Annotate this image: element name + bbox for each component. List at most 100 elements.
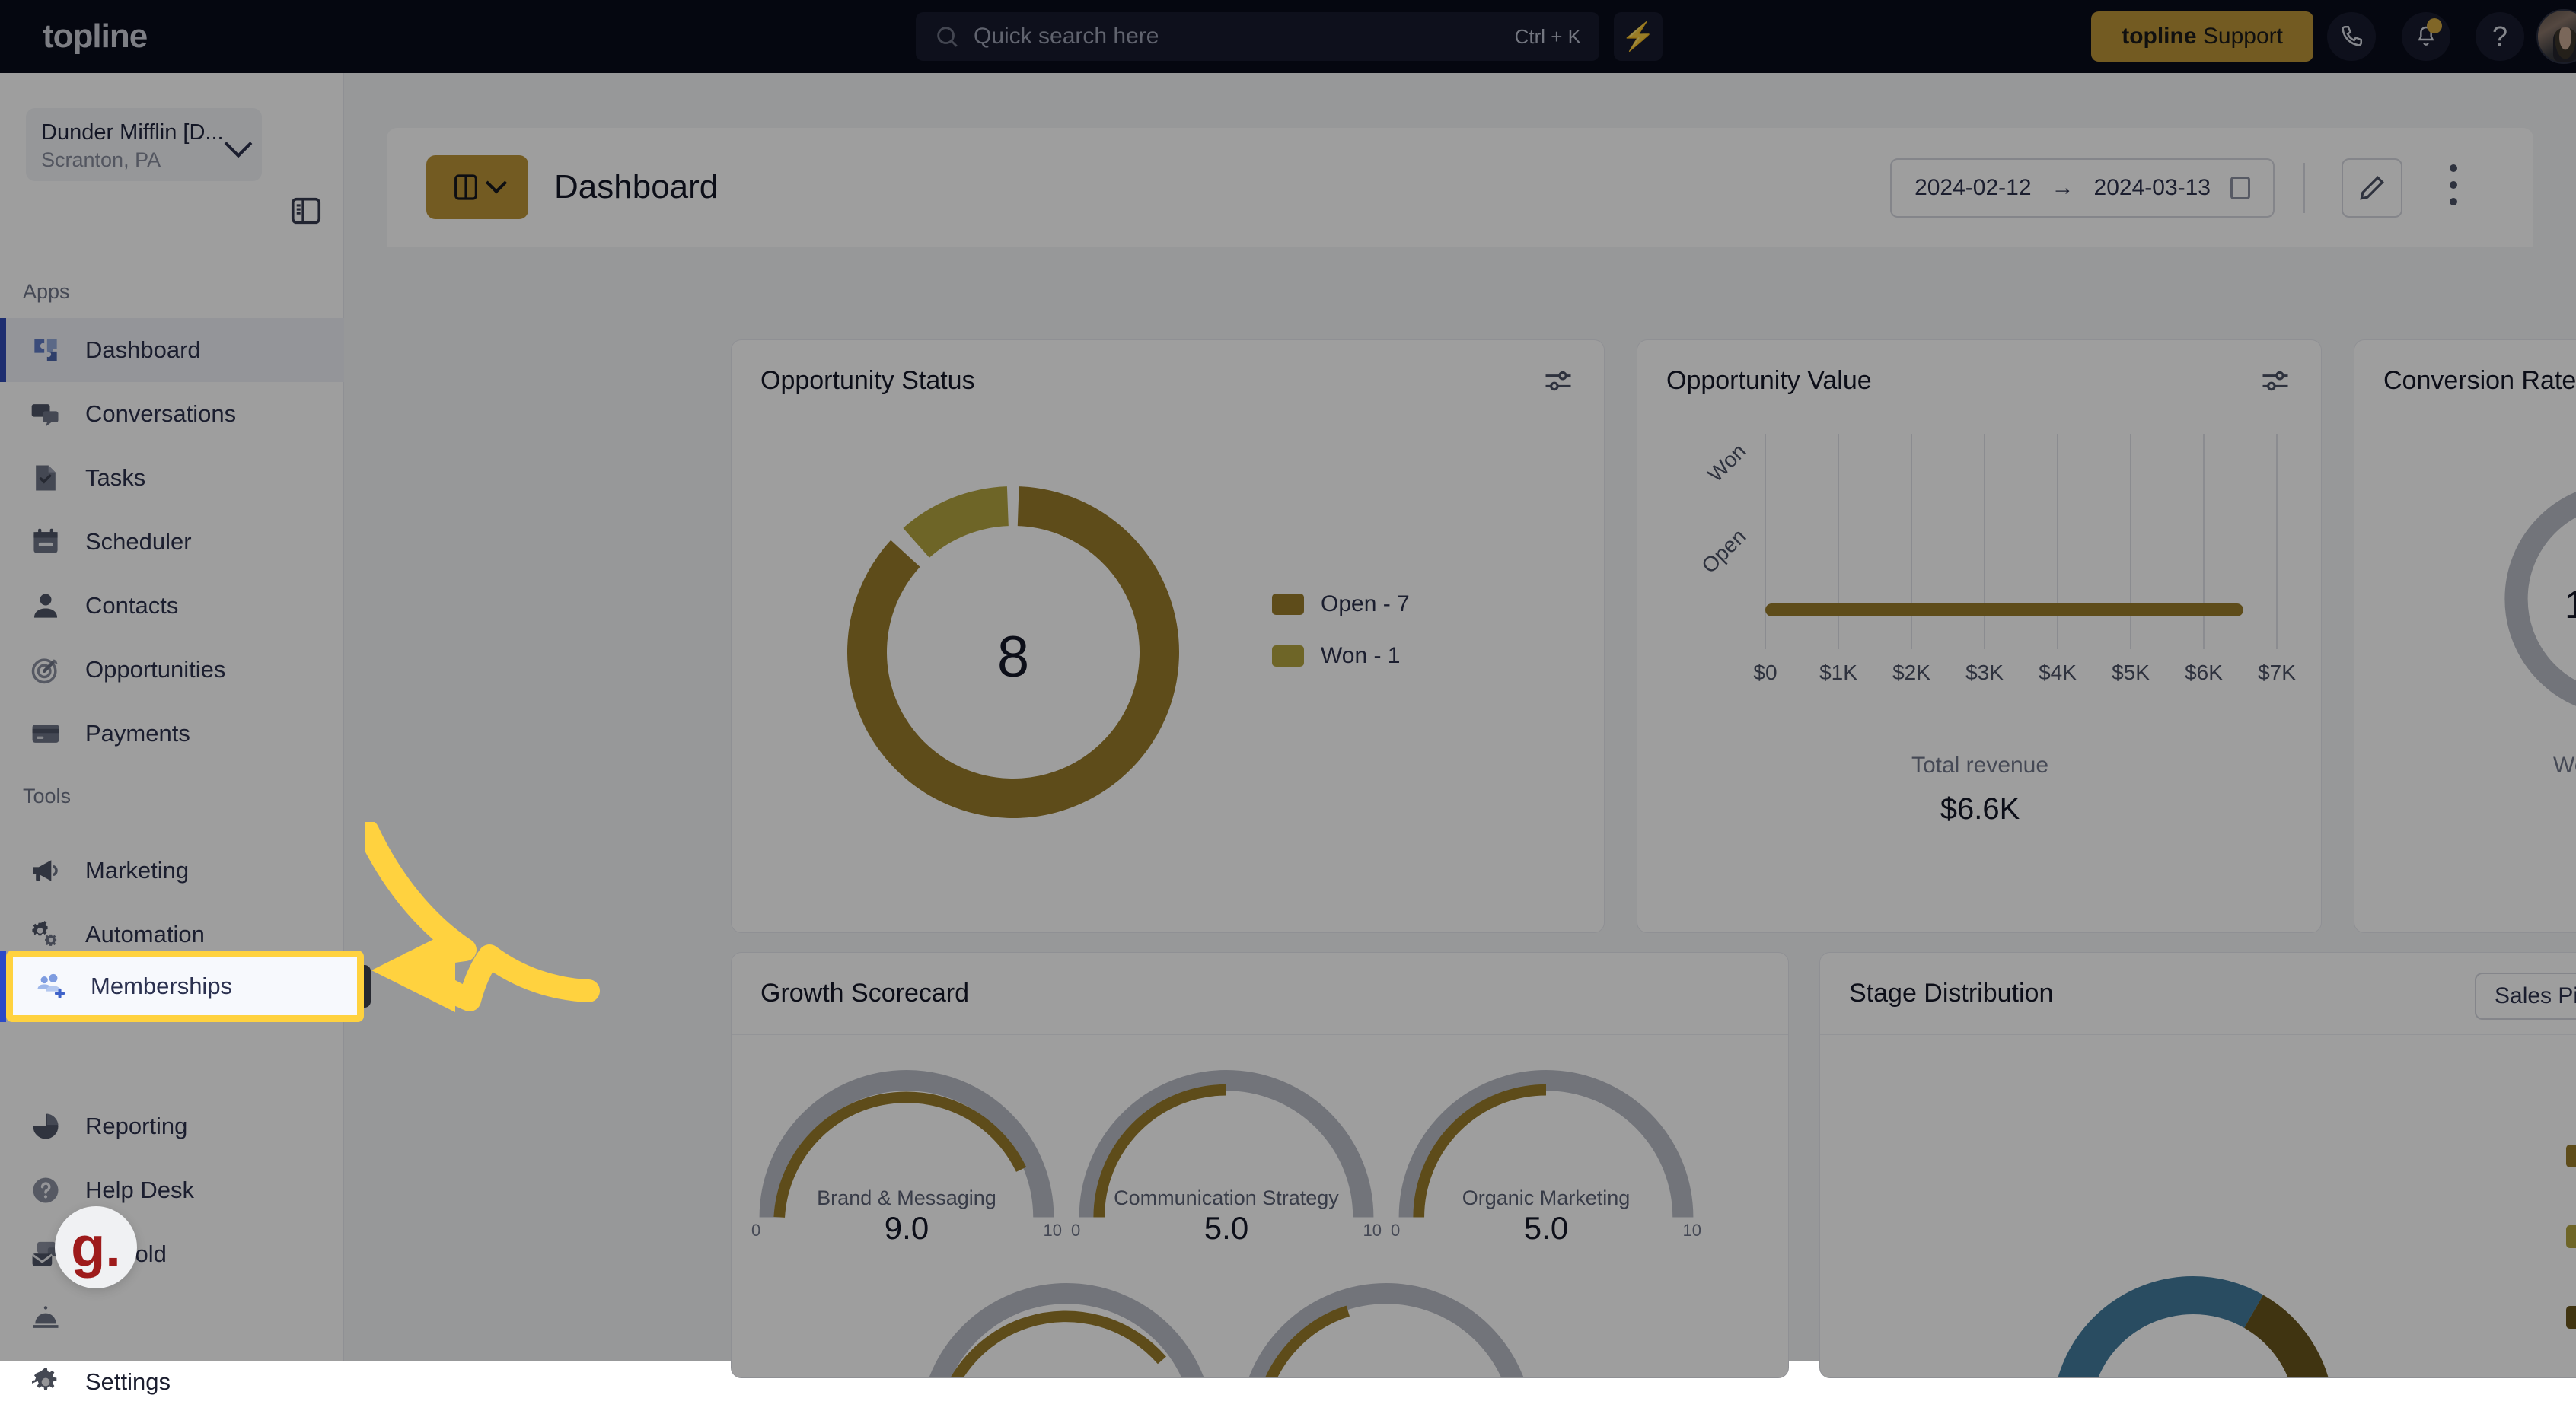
account-switcher[interactable]: Dunder Mifflin [D... Scranton, PA (26, 108, 262, 181)
opportunity-value-bar-chart: Won Open $0 $1K $2K $3K $4K $5K $6K $7K (1637, 422, 2323, 757)
sidebar-item-tasks[interactable]: Tasks (0, 446, 344, 510)
notifications-button[interactable] (2402, 12, 2450, 61)
calendar-icon (2230, 177, 2250, 199)
search-icon (934, 24, 960, 49)
gauge-label: Communication Strategy (1066, 1186, 1386, 1210)
sidebar-item-scheduler[interactable]: Scheduler (0, 510, 344, 574)
x-tick: $7K (2258, 661, 2296, 684)
card-title: Opportunity Value (1666, 366, 1872, 396)
sidebar-item-payments[interactable]: Payments (0, 702, 344, 766)
page-title: Dashboard (554, 168, 718, 206)
app-logo: topline (43, 18, 147, 56)
help-button[interactable]: ? (2476, 12, 2524, 61)
legend-swatch (2566, 1306, 2576, 1329)
y-tick-won: Won (1703, 439, 1750, 486)
card-header: Stage Distribution (1820, 953, 2576, 1035)
annotation-arrow-icon (365, 822, 685, 1065)
legend-label: Won - 1 (1321, 643, 1401, 669)
avatar[interactable] (2536, 9, 2576, 64)
sidebar-item-opportunities[interactable]: Opportunities (0, 638, 344, 702)
sidebar-item-help-desk[interactable]: Help Desk (0, 1158, 344, 1222)
sidebar-item-conversations[interactable]: Conversations (0, 382, 344, 446)
gauge-brand-messaging: Brand & Messaging 9.0 0 10 (747, 1052, 1066, 1247)
sidebar-item-label: Memberships (91, 973, 232, 1000)
dashboard-selector-button[interactable] (426, 155, 528, 219)
sidebar-item-label: Tasks (85, 464, 145, 492)
legend-item: Qualified t... $0 (0.00%) - 0 (2566, 1201, 2576, 1256)
sliders-icon[interactable] (2259, 365, 2292, 398)
legend-item: Inbound Lea... $0 (0.00%) - 0 (2566, 1120, 2576, 1175)
sidebar-item-marketing[interactable]: Marketing (0, 839, 344, 903)
legend-item: Demo Schedu... $5.4K (66.67%) - 2 (2566, 1282, 2576, 1336)
sidebar-item-label: Reporting (85, 1113, 187, 1140)
sidebar-item-label: Settings (85, 1368, 171, 1396)
dashboard-layout-icon (451, 172, 481, 202)
gauge-min: 0 (751, 1221, 760, 1240)
gauge-min: 0 (1071, 1221, 1080, 1240)
stage-distribution-legend: Inbound Lea... $0 (0.00%) - 0 Qualified … (2566, 1120, 2576, 1378)
legend-swatch (1272, 594, 1304, 615)
panel-layout-icon (289, 193, 324, 228)
date-from: 2024-02-12 (1914, 175, 2031, 201)
sidebar-item-service[interactable] (0, 1286, 344, 1350)
phone-icon (2338, 24, 2364, 49)
gauge-sales-marketing-tech-stack: Sales & Marketing Tech Stack 4.0 (1226, 1265, 1546, 1378)
sidebar-item-label: Marketing (85, 857, 189, 884)
page-header: Dashboard 2024-02-12 → 2024-03-13 (387, 128, 2533, 247)
sidebar-item-dashboard[interactable]: Dashboard (0, 318, 344, 382)
card-title: Growth Scorecard (760, 979, 969, 1008)
quick-actions-button[interactable]: ⚡ (1614, 12, 1663, 61)
sidebar: Dunder Mifflin [D... Scranton, PA Apps D… (0, 73, 344, 1361)
puzzle-icon (29, 333, 62, 367)
legend-swatch (2566, 1225, 2576, 1248)
sidebar-item-mailfold[interactable]: Mailfold (0, 1222, 344, 1286)
megaphone-icon (29, 854, 62, 887)
opportunity-status-donut: 8 (831, 470, 1196, 835)
sliders-icon[interactable] (1541, 365, 1575, 398)
gauge-communication-strategy: Communication Strategy 5.0 0 10 (1066, 1052, 1386, 1247)
gauge-max: 10 (1683, 1221, 1701, 1240)
gear-icon (29, 1365, 62, 1399)
support-brand-text: topline (2122, 24, 2196, 49)
edit-dashboard-button[interactable] (2342, 158, 2402, 218)
pipeline-select[interactable]: Sales Pipeline (2475, 973, 2576, 1020)
sidebar-item-label: Scheduler (85, 528, 192, 556)
search-placeholder: Quick search here (974, 24, 1515, 49)
sidebar-item-memberships[interactable]: Memberships (6, 951, 364, 1022)
date-range-picker[interactable]: 2024-02-12 → 2024-03-13 (1890, 158, 2275, 218)
sidebar-collapse-button[interactable] (286, 191, 326, 231)
g-logo-icon: g. (71, 1225, 121, 1269)
sidebar-item-label: Contacts (85, 592, 178, 619)
total-revenue-label: Total revenue (1637, 753, 2323, 779)
card-header: Growth Scorecard (732, 953, 1788, 1035)
legend-item: Won - 1 (1272, 643, 1410, 669)
chevron-down-icon (486, 172, 507, 193)
card-header: Conversion Rate (2354, 340, 2576, 422)
gauge-min: 0 (1391, 1221, 1400, 1240)
legend-item: Open - 7 (1272, 591, 1410, 617)
x-tick: $5K (2112, 661, 2150, 684)
x-tick: $3K (1965, 661, 2004, 684)
x-tick: $2K (1892, 661, 1930, 684)
search-input[interactable]: Quick search here Ctrl + K (916, 12, 1599, 61)
x-tick: $6K (2185, 661, 2223, 684)
sidebar-item-label: Conversations (85, 400, 236, 428)
date-to: 2024-03-13 (2094, 175, 2211, 201)
floating-help-badge[interactable]: g. (55, 1206, 137, 1288)
gauge-arc (907, 1265, 1226, 1378)
more-options-button[interactable] (2450, 164, 2460, 215)
question-circle-icon (29, 1174, 62, 1207)
sidebar-item-settings[interactable]: Settings (0, 1350, 344, 1414)
main-content: Dashboard 2024-02-12 → 2024-03-13 Opport… (344, 73, 2576, 1361)
card-header: Opportunity Status (732, 340, 1604, 422)
won-revenue-label: Won revenue (2354, 753, 2576, 779)
sidebar-item-reporting[interactable]: Reporting (0, 1094, 344, 1158)
gauge-max: 10 (1363, 1221, 1382, 1240)
card-title: Opportunity Status (760, 366, 975, 396)
sidebar-item-contacts[interactable]: Contacts (0, 574, 344, 638)
topline-support-button[interactable]: topline Support (2091, 11, 2313, 62)
sidebar-section-tools: Tools (23, 785, 71, 808)
phone-button[interactable] (2327, 12, 2376, 61)
conversion-rate-card: Conversion Rate 12.5% Won revenue $0 (2354, 339, 2576, 933)
pencil-icon (2357, 173, 2387, 203)
